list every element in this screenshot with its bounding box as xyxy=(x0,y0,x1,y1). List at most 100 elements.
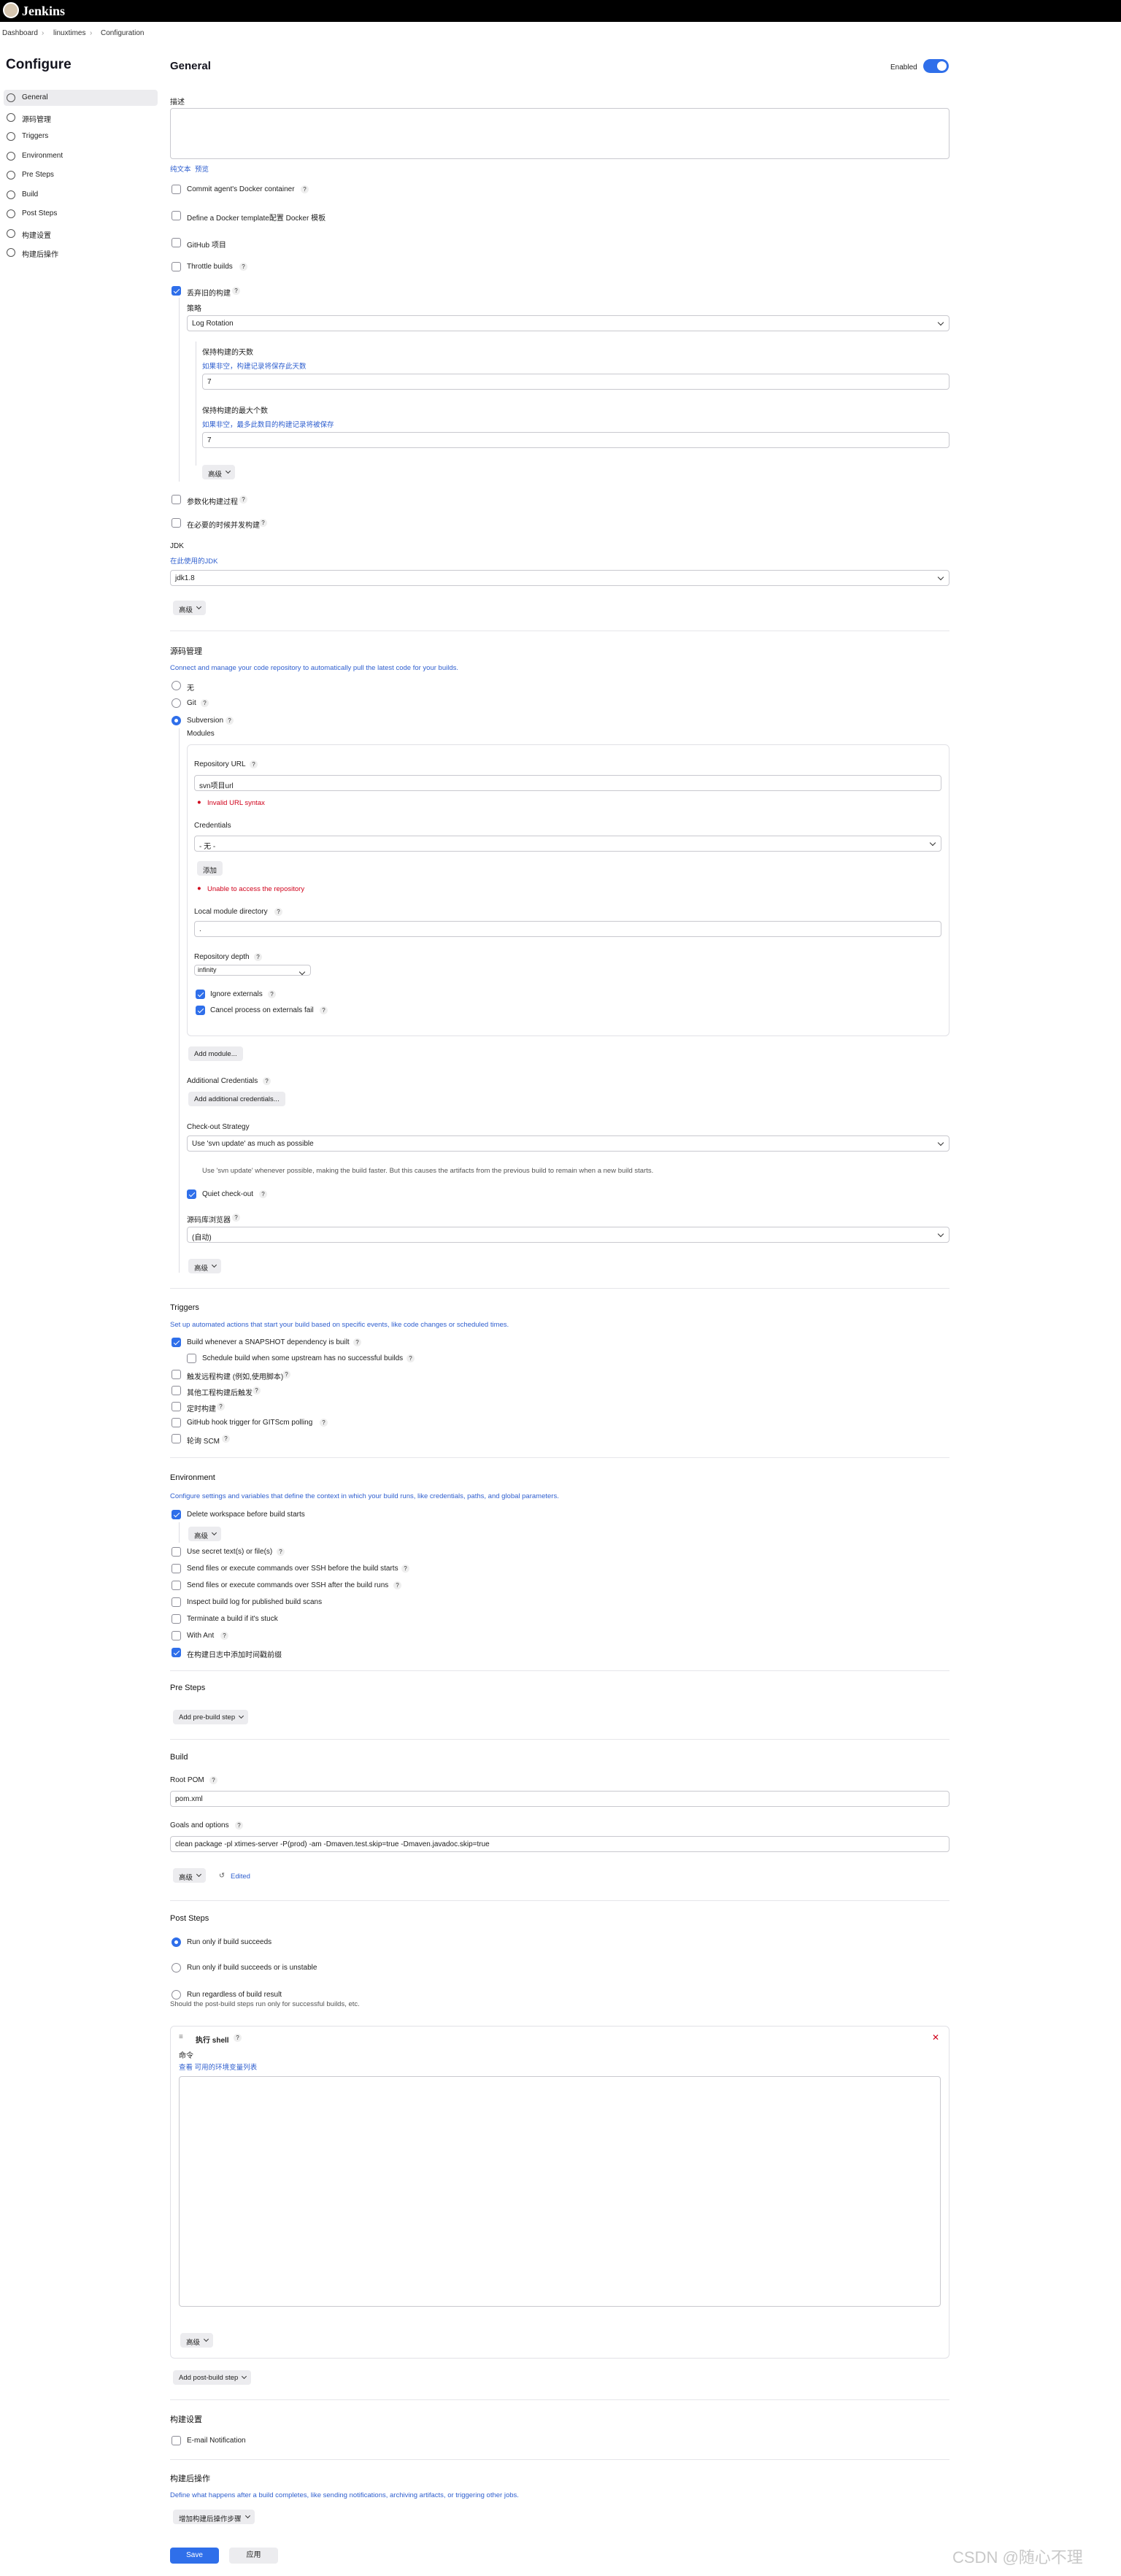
advanced-button[interactable]: 高级 xyxy=(188,1527,222,1541)
checkbox[interactable] xyxy=(172,238,181,247)
checkbox[interactable] xyxy=(172,518,181,528)
description-textarea[interactable] xyxy=(170,108,949,159)
checkout-strategy-select[interactable]: Use 'svn update' as much as possible xyxy=(187,1135,949,1152)
radio-subversion[interactable] xyxy=(172,716,181,725)
repo-browser-select[interactable]: (自动) xyxy=(187,1227,949,1243)
help-icon[interactable]: ? xyxy=(222,1435,230,1443)
depth-select[interactable]: infinity xyxy=(194,965,311,976)
root-pom-input[interactable]: pom.xml xyxy=(170,1791,949,1807)
checkbox[interactable] xyxy=(172,2436,181,2445)
radio-run-if-success[interactable] xyxy=(172,1937,181,1947)
breadcrumb-dashboard[interactable]: Dashboard xyxy=(2,29,38,37)
help-icon[interactable]: ? xyxy=(407,1354,415,1362)
help-icon[interactable]: ? xyxy=(250,760,258,768)
radio[interactable] xyxy=(172,1963,181,1973)
checkbox[interactable] xyxy=(187,1354,196,1363)
checkbox[interactable] xyxy=(172,1418,181,1427)
help-icon[interactable]: ? xyxy=(253,1387,261,1395)
help-icon[interactable]: ? xyxy=(320,1419,328,1427)
advanced-button[interactable]: 高级 xyxy=(202,465,236,479)
checkbox-quiet-checkout[interactable] xyxy=(187,1189,196,1199)
sidebar-item-post-build[interactable]: 构建后操作 xyxy=(4,244,158,261)
checkbox-delete-workspace[interactable] xyxy=(172,1510,181,1519)
help-icon[interactable]: ? xyxy=(226,717,234,725)
sidebar-item-general[interactable]: General xyxy=(4,90,158,106)
help-icon[interactable]: ? xyxy=(217,1403,225,1411)
enabled-toggle[interactable] xyxy=(923,59,949,73)
add-post-build-step-button[interactable]: Add post-build step xyxy=(173,2370,252,2385)
add-module-button[interactable]: Add module... xyxy=(188,1046,243,1061)
checkbox[interactable] xyxy=(172,1547,181,1557)
checkbox[interactable] xyxy=(172,1614,181,1624)
checkbox-ignore-externals[interactable] xyxy=(196,990,205,999)
preview-link[interactable]: 预览 xyxy=(195,163,209,174)
help-icon[interactable]: ? xyxy=(393,1581,401,1589)
checkbox-cancel-on-externals-fail[interactable] xyxy=(196,1006,205,1015)
checkbox[interactable] xyxy=(172,1402,181,1411)
advanced-button[interactable]: 高级 xyxy=(173,601,207,615)
drag-handle-icon[interactable]: ≡ xyxy=(179,2033,183,2041)
advanced-button[interactable]: 高级 xyxy=(173,1868,207,1883)
help-icon[interactable]: ? xyxy=(353,1338,361,1346)
help-icon[interactable]: ? xyxy=(209,1776,217,1784)
local-dir-input[interactable]: . xyxy=(194,921,941,937)
help-icon[interactable]: ? xyxy=(201,699,209,707)
add-pre-build-step-button[interactable]: Add pre-build step xyxy=(173,1710,249,1724)
radio[interactable] xyxy=(172,681,181,690)
help-icon[interactable]: ? xyxy=(259,519,267,527)
checkbox[interactable] xyxy=(172,1564,181,1573)
sidebar-item-build-settings[interactable]: 构建设置 xyxy=(4,225,158,242)
help-icon[interactable]: ? xyxy=(232,1214,240,1222)
add-additional-credentials-button[interactable]: Add additional credentials... xyxy=(188,1092,285,1106)
brand-title[interactable]: Jenkins xyxy=(22,4,65,19)
env-vars-link[interactable]: 查看 可用的环境变量列表 xyxy=(179,2062,257,2072)
help-icon[interactable]: ? xyxy=(320,1006,328,1014)
command-textarea[interactable] xyxy=(179,2076,941,2307)
checkbox[interactable] xyxy=(172,1631,181,1640)
add-credentials-button[interactable]: 添加 xyxy=(197,861,223,876)
checkbox[interactable] xyxy=(172,1386,181,1395)
help-icon[interactable]: ? xyxy=(274,908,282,916)
checkbox[interactable] xyxy=(172,1434,181,1443)
checkbox[interactable] xyxy=(172,211,181,220)
keep-max-input[interactable]: 7 xyxy=(202,432,949,448)
checkbox[interactable] xyxy=(172,1370,181,1379)
jenkins-logo-icon[interactable] xyxy=(3,2,19,18)
help-icon[interactable]: ? xyxy=(239,263,247,271)
help-icon[interactable]: ? xyxy=(234,2034,242,2042)
radio[interactable] xyxy=(172,1990,181,2000)
save-button[interactable]: Save xyxy=(170,2548,219,2564)
repo-url-input[interactable]: svn项目url xyxy=(194,775,941,791)
checkbox[interactable] xyxy=(172,1581,181,1590)
sidebar-item-presteps[interactable]: Pre Steps xyxy=(4,167,158,183)
checkbox[interactable] xyxy=(172,262,181,271)
help-icon[interactable]: ? xyxy=(282,1370,290,1378)
help-icon[interactable]: ? xyxy=(301,185,309,193)
add-post-build-action-button[interactable]: 增加构建后操作步骤 xyxy=(173,2510,255,2524)
advanced-button[interactable]: 高级 xyxy=(188,1259,222,1273)
help-icon[interactable]: ? xyxy=(254,953,262,961)
help-icon[interactable]: ? xyxy=(268,990,276,998)
sidebar-item-triggers[interactable]: Triggers xyxy=(4,128,158,144)
help-icon[interactable]: ? xyxy=(235,1821,243,1829)
checkbox-timestamps[interactable] xyxy=(172,1648,181,1657)
help-icon[interactable]: ? xyxy=(401,1565,409,1573)
jdk-select[interactable]: jdk1.8 xyxy=(170,570,949,586)
strategy-select[interactable]: Log Rotation xyxy=(187,315,949,331)
checkbox[interactable] xyxy=(172,185,181,194)
radio[interactable] xyxy=(172,698,181,708)
goals-input[interactable]: clean package -pl xtimes-server -P(prod)… xyxy=(170,1836,949,1852)
breadcrumb-job[interactable]: linuxtimes xyxy=(53,29,85,37)
advanced-button[interactable]: 高级 xyxy=(180,2333,214,2348)
plain-text-link[interactable]: 纯文本 xyxy=(170,163,191,174)
sidebar-item-build[interactable]: Build xyxy=(4,187,158,203)
checkbox-discard-old-builds[interactable] xyxy=(172,286,181,296)
sidebar-item-environment[interactable]: Environment xyxy=(4,148,158,164)
keep-days-input[interactable]: 7 xyxy=(202,374,949,390)
credentials-select[interactable]: - 无 - xyxy=(194,836,941,852)
sidebar-item-poststeps[interactable]: Post Steps xyxy=(4,206,158,222)
help-icon[interactable]: ? xyxy=(220,1632,228,1640)
help-icon[interactable]: ? xyxy=(277,1548,285,1556)
checkbox[interactable] xyxy=(172,1597,181,1607)
sidebar-item-scm[interactable]: 源码管理 xyxy=(4,109,158,126)
